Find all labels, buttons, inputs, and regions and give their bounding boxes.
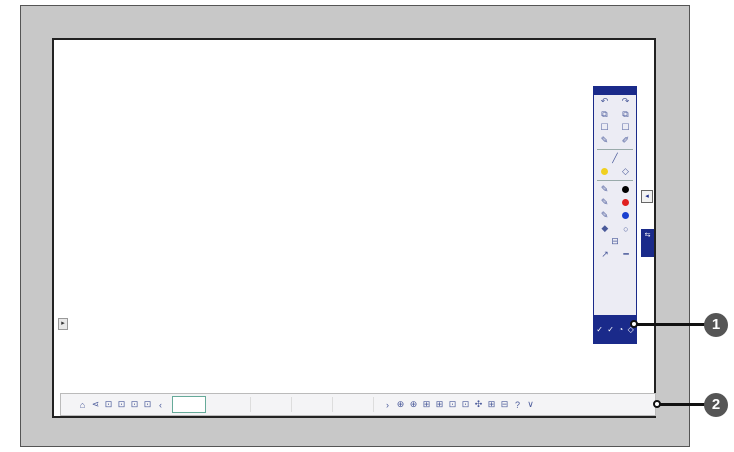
add-page-icon[interactable]: ⊕ <box>395 399 406 410</box>
clear-icon[interactable]: ⊟ <box>611 236 619 247</box>
paste-icon[interactable]: ⧉ <box>622 109 628 120</box>
callout-pointer-1 <box>630 320 638 328</box>
home-icon[interactable]: ⌂ <box>77 400 88 410</box>
pointer-icon[interactable]: ↗ <box>601 249 609 260</box>
black-color-icon <box>622 186 630 193</box>
callout-leader-2 <box>657 403 711 406</box>
redo-icon[interactable]: ↷ <box>622 96 630 107</box>
toolbar-header[interactable] <box>594 87 636 95</box>
thin-line-icon[interactable]: ╱ <box>612 153 617 164</box>
undo-icon[interactable]: ↶ <box>601 96 609 107</box>
copy-icon[interactable]: ⧉ <box>601 109 607 120</box>
page-thumbnail[interactable] <box>292 397 333 412</box>
bottom-toolbar: ⌂ ⋖ ⊡ ⊡ ⊡ ⊡ ‹ › ⊕ ⊕ ⊞ ⊞ ⊡ ⊡ ✣ ⊞ ⊟ ? ∨ <box>60 393 656 416</box>
toolbar-row-copy: ⧉ ⧉ <box>594 108 636 121</box>
callout-marker-1: 1 <box>704 313 728 337</box>
toolbar-row-undo: ↶ ↷ <box>594 95 636 108</box>
toolbar-preset-panel[interactable]: ✓ ✓ ◔ ◇ <box>594 315 636 343</box>
file-icon[interactable]: ⊡ <box>103 399 114 410</box>
export-icon[interactable]: ⊡ <box>460 399 471 410</box>
toolbar-divider <box>597 149 633 150</box>
previous-page-icon[interactable]: ‹ <box>155 400 166 410</box>
callout-leader-1 <box>634 323 710 326</box>
shape-outline-icon[interactable]: ○ <box>623 224 628 234</box>
save-icon[interactable]: ⊡ <box>142 399 153 410</box>
highlighter-icon[interactable]: ✐ <box>622 135 630 146</box>
red-color-icon <box>622 199 630 206</box>
toolbar-row-pen: ✎ ✐ <box>594 134 636 147</box>
yellow-marker-icon[interactable] <box>601 168 609 175</box>
preset-pen-icon[interactable]: ✓ <box>607 325 614 334</box>
preset-shape-icon[interactable]: ◔ <box>618 325 623 334</box>
page-thumbnail[interactable] <box>333 397 374 412</box>
next-page-icon[interactable]: › <box>382 400 393 410</box>
pen-color-red[interactable]: ✎ <box>594 196 636 209</box>
display-icon[interactable]: ⊞ <box>486 399 497 410</box>
drawing-toolbar: ↶ ↷ ⧉ ⧉ ☐ ☐ ✎ ✐ ╱ ◇ ✎ ✎ ✎ ◆ ○ ⊟ ↗ ━ ✓ ✓ … <box>593 86 637 344</box>
line-width-icon[interactable]: ━ <box>623 249 628 260</box>
collapse-icon: ◂ <box>645 193 649 200</box>
pen-icon: ✎ <box>600 210 609 220</box>
pen-color-black[interactable]: ✎ <box>594 183 636 196</box>
folder-icon[interactable]: ⊡ <box>116 399 127 410</box>
eraser-icon[interactable]: ◆ <box>601 223 608 234</box>
network-icon[interactable]: ✣ <box>473 399 484 410</box>
toolbar-row-clear: ⊟ <box>594 235 636 248</box>
keyboard-icon[interactable]: ⊟ <box>499 399 510 410</box>
switch-toolbar-button[interactable]: ⇆ <box>641 229 654 257</box>
pen-icon[interactable]: ✎ <box>601 135 609 146</box>
toolbar-row-marker: ◇ <box>594 165 636 178</box>
print-icon[interactable]: ⊡ <box>129 399 140 410</box>
grid-icon[interactable]: ⊞ <box>421 399 432 410</box>
toolbar-row-select: ☐ ☐ <box>594 121 636 134</box>
capture-icon[interactable]: ⊡ <box>447 399 458 410</box>
left-panel-handle[interactable]: ▸ <box>58 318 68 330</box>
zoom-icon[interactable]: ⊕ <box>408 399 419 410</box>
callout-pointer-2 <box>653 400 661 408</box>
collapse-toolbar-button[interactable]: ◂ <box>641 190 653 203</box>
toolbar-row-line: ╱ <box>594 152 636 165</box>
expand-icon: ▸ <box>61 320 65 327</box>
whiteboard-canvas[interactable] <box>52 38 656 418</box>
page-thumbnail[interactable] <box>251 397 292 412</box>
page-thumbnail-current[interactable] <box>172 396 206 413</box>
toolbar-row-settings: ↗ ━ <box>594 248 636 261</box>
page-thumbnail[interactable] <box>210 397 251 412</box>
pen-icon: ✎ <box>600 184 609 194</box>
pen-color-blue[interactable]: ✎ <box>594 209 636 222</box>
marker-icon[interactable]: ◇ <box>622 166 629 177</box>
switch-icon: ⇆ <box>644 232 651 239</box>
pen-icon: ✎ <box>600 197 609 207</box>
help-icon[interactable]: ? <box>512 400 523 410</box>
toolbar-row-eraser: ◆ ○ <box>594 222 636 235</box>
preset-pen-icon[interactable]: ✓ <box>596 325 603 334</box>
callout-marker-2: 2 <box>704 393 728 417</box>
shape-icon[interactable]: ☐ <box>621 122 629 133</box>
toolbar-divider <box>597 180 633 181</box>
chevron-down-icon[interactable]: ∨ <box>525 399 536 410</box>
share-icon[interactable]: ⋖ <box>90 399 101 410</box>
select-icon[interactable]: ☐ <box>600 122 608 133</box>
blue-color-icon <box>622 212 630 219</box>
layout-icon[interactable]: ⊞ <box>434 399 445 410</box>
